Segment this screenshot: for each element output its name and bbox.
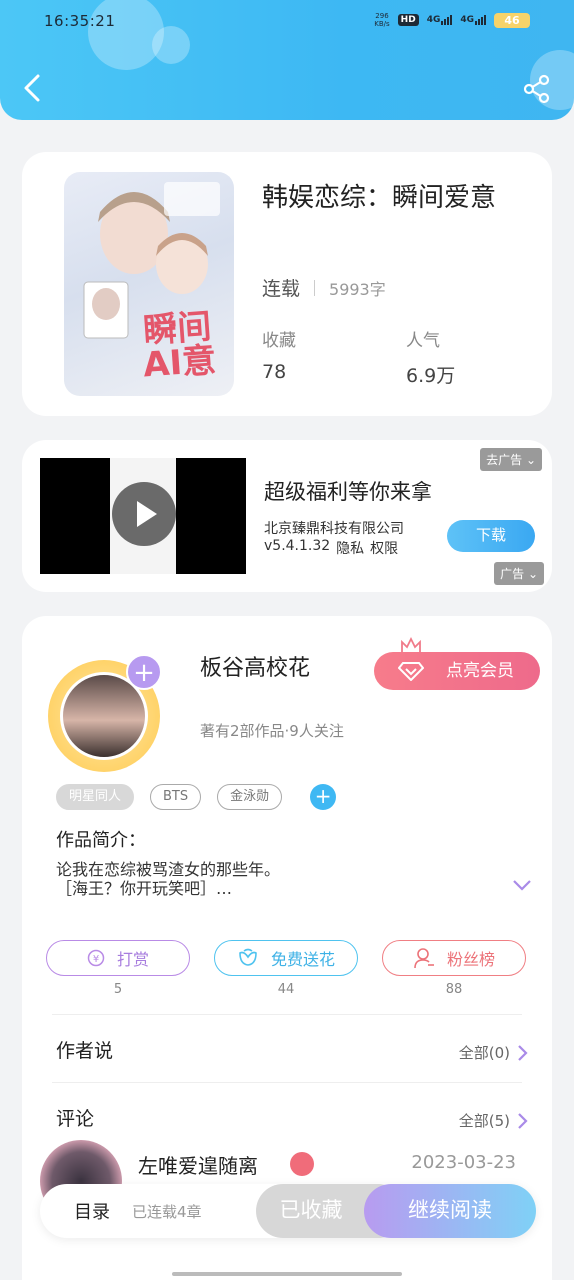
chapter-count: 已连载4章 <box>132 1203 202 1221</box>
stat-label: 收藏 <box>262 331 296 351</box>
fans-count: 88 <box>445 982 463 997</box>
table-of-contents-button[interactable]: 目录 <box>74 1198 110 1224</box>
signal-icon: 4G <box>427 15 453 25</box>
intro-text: 论我在恋综被骂渣女的那些年。 ［海王？你开玩笑吧］… <box>56 860 281 898</box>
ad-label[interactable]: 广告 ⌄ <box>494 562 544 585</box>
comments-more[interactable]: 全部(5) <box>459 1110 528 1131</box>
author-meta: 著有2部作品·9人关注 <box>200 722 344 740</box>
action-row: ¥ 打赏 免费送花 粉丝榜 <box>46 940 526 976</box>
remove-ad-button[interactable]: 去广告 ⌄ <box>480 448 542 471</box>
comments-title: 评论 <box>56 1108 95 1130</box>
ad-title: 超级福利等你来拿 <box>264 480 432 504</box>
diamond-icon <box>398 662 424 681</box>
divider <box>314 279 316 296</box>
add-tag-button[interactable]: + <box>310 784 337 810</box>
tag-chip[interactable]: 金泳勋 <box>217 784 283 810</box>
battery-icon: 46 <box>494 12 530 28</box>
decorative-bubble <box>152 26 190 64</box>
author-name[interactable]: 板谷高校花 <box>200 650 310 682</box>
stat-value: 6.9万 <box>406 365 456 387</box>
hd-icon: HD <box>397 14 419 26</box>
flower-count: 44 <box>277 982 295 997</box>
flower-icon <box>239 948 257 966</box>
bottom-action-bar: 目录 已连载4章 已收藏 继续阅读 <box>40 1184 536 1238</box>
share-button[interactable] <box>522 74 552 104</box>
chevron-left-icon <box>24 74 40 102</box>
book-info-card: 瞬间 AI意 韩娱恋综：瞬间爱意 连载 5993字 收藏 78 人气 6.9万 <box>22 152 552 416</box>
net-speed: 296 KB/s <box>374 12 390 28</box>
stat-favorites: 收藏 78 <box>262 326 296 383</box>
signal-icon: 4G <box>460 15 486 25</box>
ad-privacy-link[interactable]: 隐私 <box>336 538 364 558</box>
commenter-name[interactable]: 左唯爱遑随离 <box>138 1150 258 1179</box>
ad-meta: v5.4.1.32 隐私 权限 <box>264 538 398 558</box>
download-button[interactable]: 下载 <box>447 520 535 552</box>
chevron-down-icon[interactable] <box>512 878 532 892</box>
intro-label: 作品简介： <box>56 830 146 851</box>
ad-permission-link[interactable]: 权限 <box>370 538 398 558</box>
svg-text:¥: ¥ <box>93 954 99 965</box>
stat-label: 人气 <box>406 331 440 351</box>
chevron-right-icon <box>518 1044 528 1061</box>
status-icons: 296 KB/s HD 4G 4G 46 <box>374 12 530 28</box>
book-status-row: 连载 5993字 <box>262 274 386 301</box>
cover-title: 瞬间 AI意 <box>141 306 218 386</box>
ad-card[interactable]: 去广告 ⌄ 超级福利等你来拿 北京臻鼎科技有限公司 v5.4.1.32 隐私 权… <box>22 440 552 592</box>
user-icon <box>414 948 434 969</box>
divider <box>52 1082 522 1083</box>
tag-chip[interactable]: 明星同人 <box>56 784 135 810</box>
vip-badge-icon <box>290 1152 314 1176</box>
tag-chip[interactable]: BTS <box>150 784 202 810</box>
stat-value: 78 <box>262 361 287 383</box>
serial-status: 连载 <box>262 278 301 300</box>
home-indicator <box>172 1272 402 1276</box>
decorative-bubble <box>88 0 164 70</box>
share-icon <box>523 74 550 104</box>
author-card: + 板谷高校花 著有2部作品·9人关注 点亮会员 明星同人 BTS 金泳勋 + … <box>22 616 552 1280</box>
status-time: 16:35:21 <box>44 12 116 30</box>
ad-version: v5.4.1.32 <box>264 538 331 554</box>
chevron-right-icon <box>518 1112 528 1129</box>
book-title: 韩娱恋综：瞬间爱意 <box>262 183 497 213</box>
play-icon[interactable] <box>112 482 176 546</box>
book-cover[interactable]: 瞬间 AI意 <box>64 172 234 396</box>
stat-popularity: 人气 6.9万 <box>406 326 455 388</box>
top-header: 16:35:21 296 KB/s HD 4G 4G 46 <box>0 0 574 120</box>
fans-ranking-button[interactable]: 粉丝榜 <box>382 940 526 976</box>
coin-icon: ¥ <box>87 949 105 967</box>
action-counts: 5 44 88 <box>46 982 526 997</box>
word-count: 5993字 <box>329 279 386 299</box>
follow-button[interactable]: + <box>126 654 162 690</box>
reward-count: 5 <box>113 982 123 997</box>
continue-reading-button[interactable]: 继续阅读 <box>364 1184 536 1238</box>
back-button[interactable] <box>18 70 48 106</box>
reward-button[interactable]: ¥ 打赏 <box>46 940 190 976</box>
vip-button[interactable]: 点亮会员 <box>374 652 540 690</box>
author-says-title: 作者说 <box>56 1040 114 1062</box>
send-flower-button[interactable]: 免费送花 <box>214 940 358 976</box>
tag-list: 明星同人 BTS 金泳勋 + <box>56 784 337 810</box>
ad-company: 北京臻鼎科技有限公司 <box>264 521 404 537</box>
comment-date: 2023-03-23 <box>411 1152 516 1173</box>
divider <box>52 1014 522 1015</box>
ad-video[interactable] <box>40 458 246 574</box>
author-says-more[interactable]: 全部(0) <box>459 1042 528 1063</box>
